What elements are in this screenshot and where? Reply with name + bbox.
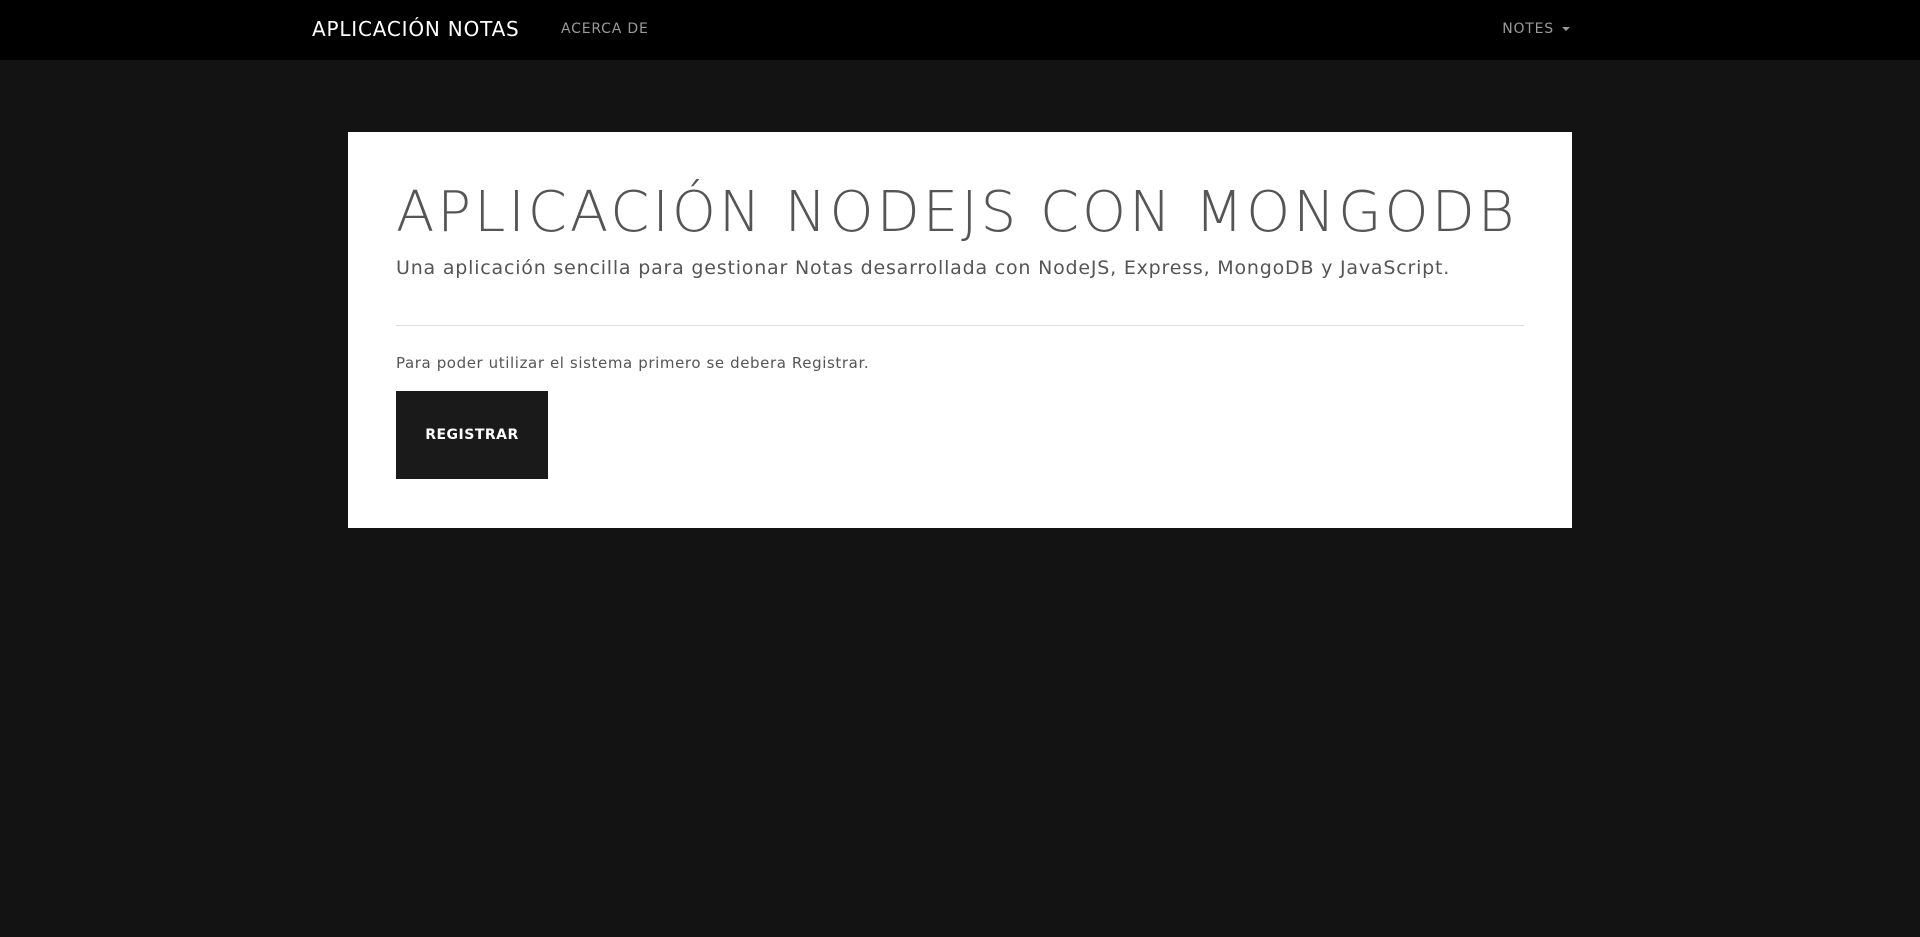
- jumbotron-card: APLICACIÓN NODEJS CON MONGODB Una aplica…: [348, 132, 1572, 528]
- caret-down-icon: [1562, 27, 1570, 31]
- info-text: Para poder utilizar el sistema primero s…: [396, 354, 870, 372]
- lead-text: Una aplicación sencilla para gestionar N…: [396, 257, 1451, 279]
- nav-dropdown-notes[interactable]: NOTES: [1502, 21, 1570, 37]
- divider: [396, 325, 1524, 326]
- navbar-brand[interactable]: APLICACIÓN NOTAS: [312, 17, 520, 41]
- nav-dropdown-label: NOTES: [1502, 21, 1554, 37]
- navbar: APLICACIÓN NOTAS ACERCA DE NOTES: [0, 0, 1920, 60]
- page-title: APLICACIÓN NODEJS CON MONGODB: [396, 180, 1518, 245]
- nav-link-acerca-de[interactable]: ACERCA DE: [561, 21, 649, 37]
- register-button[interactable]: REGISTRAR: [396, 391, 548, 479]
